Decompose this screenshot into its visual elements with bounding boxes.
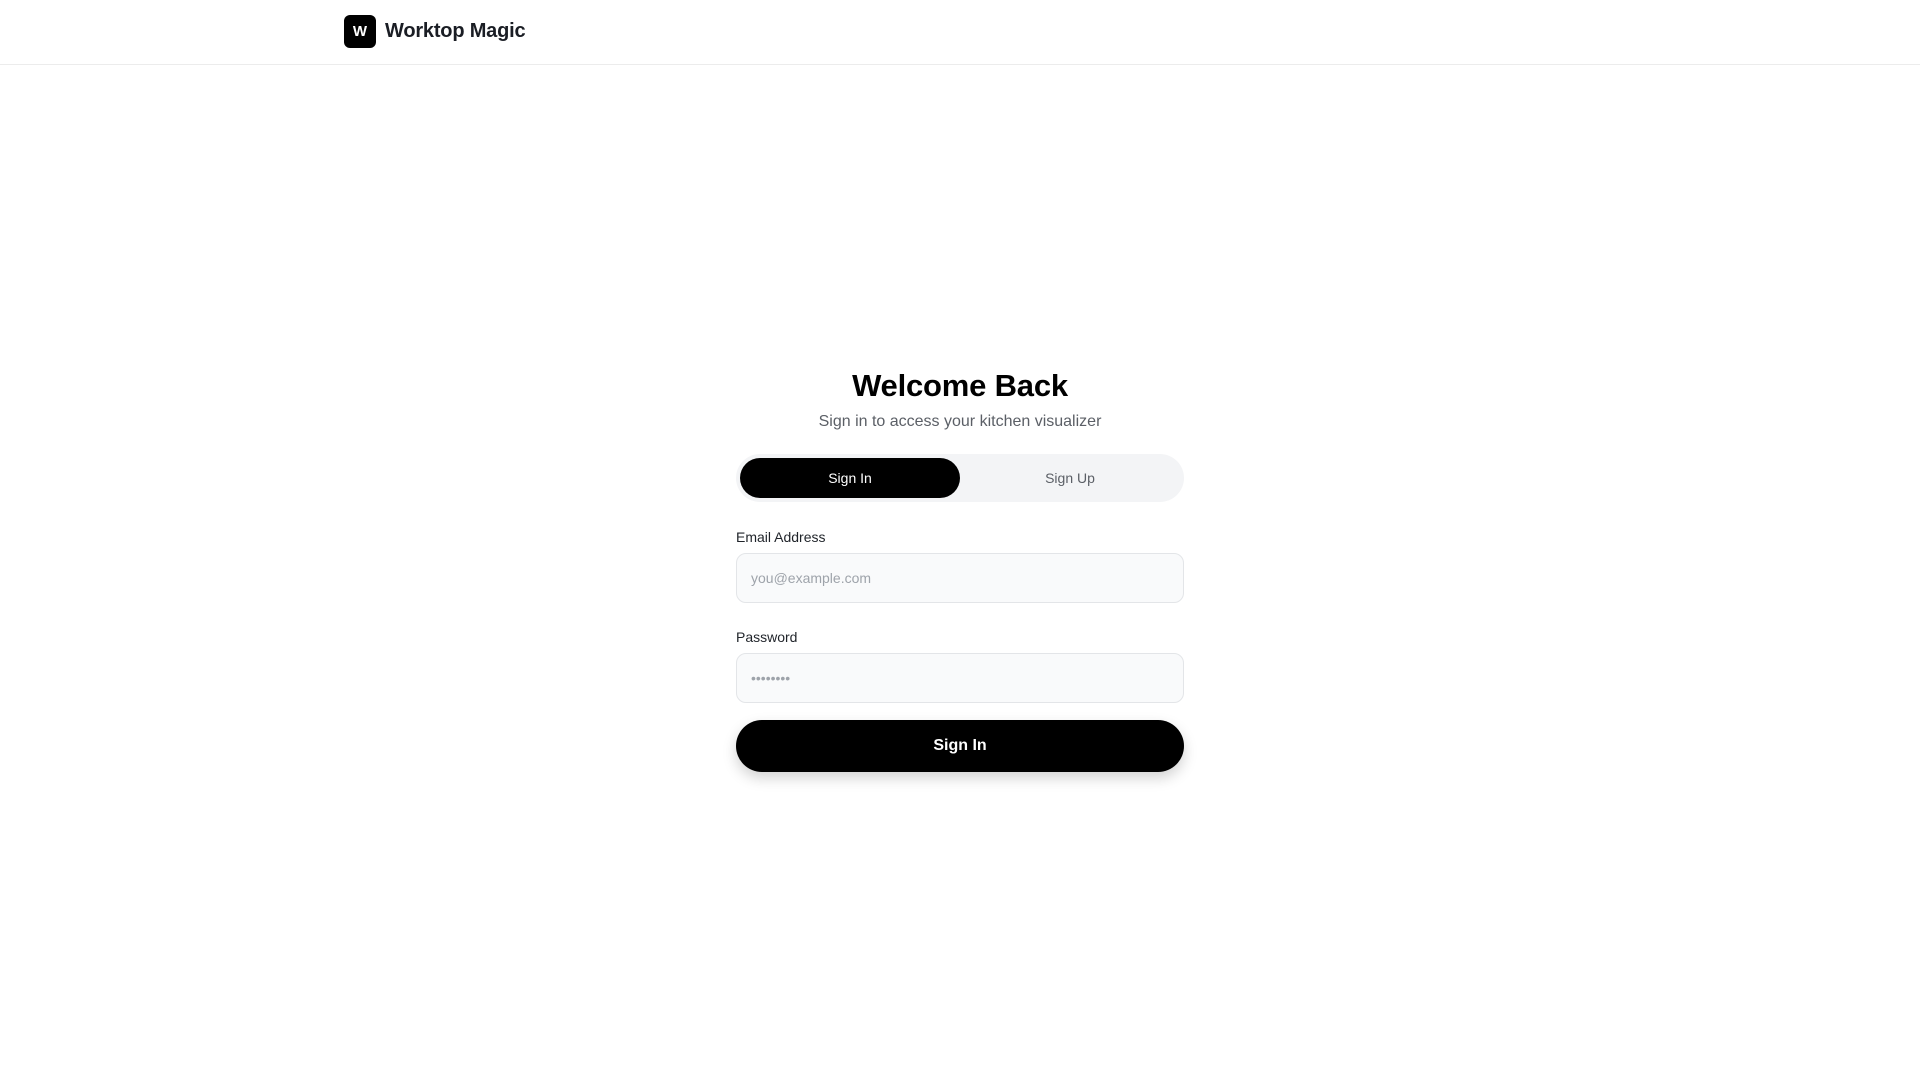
auth-panel: Welcome Back Sign in to access your kitc… — [736, 366, 1184, 772]
app-name: Worktop Magic — [385, 20, 526, 42]
sign-in-button[interactable]: Sign In — [736, 720, 1184, 772]
email-field[interactable] — [736, 553, 1184, 603]
email-label: Email Address — [736, 529, 826, 545]
tab-sign-in[interactable]: Sign In — [740, 458, 960, 498]
top-navbar: W Worktop Magic — [0, 0, 1920, 65]
tab-sign-up[interactable]: Sign Up — [960, 458, 1180, 498]
auth-mode-tabs: Sign In Sign Up — [736, 454, 1184, 502]
password-field[interactable] — [736, 653, 1184, 703]
page-subtitle: Sign in to access your kitchen visualize… — [818, 413, 1102, 430]
password-label: Password — [736, 629, 798, 645]
page-title: Welcome Back — [852, 368, 1068, 403]
brand-logo-link[interactable]: W Worktop Magic — [344, 15, 526, 48]
logo-mark-icon: W — [344, 15, 376, 48]
